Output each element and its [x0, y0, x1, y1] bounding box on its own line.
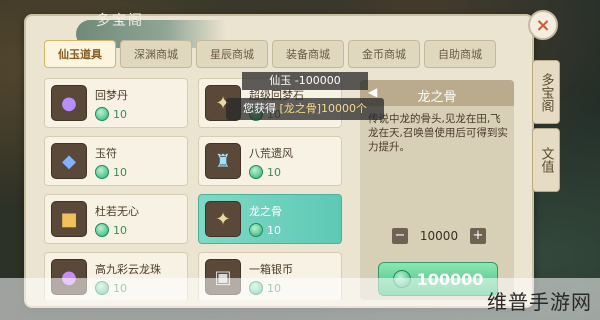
jar-icon: ♜ [205, 143, 241, 179]
toast-item: [龙之骨]10000个 [279, 102, 368, 115]
quantity-minus-button[interactable]: − [392, 228, 408, 244]
side-tab-wenzhi[interactable]: 文值 [532, 128, 560, 192]
jade-currency-icon [95, 107, 109, 121]
jade-currency-icon [95, 223, 109, 237]
item-price: 10 [113, 223, 127, 237]
close-button[interactable]: × [528, 10, 558, 40]
item-name: 杜若无心 [95, 205, 139, 218]
tab-equipment-shop[interactable]: 装备商城 [272, 40, 344, 68]
price-row: 10 [249, 165, 281, 179]
item-price: 10 [267, 223, 281, 237]
tab-abyss-shop[interactable]: 深渊商城 [120, 40, 192, 68]
item-price: 10 [267, 165, 281, 179]
blue-talisman-icon: ◆ [51, 143, 87, 179]
shop-item[interactable]: ♜ 八荒遗风 10 [198, 136, 342, 186]
jade-currency-icon [249, 165, 263, 179]
item-name: 高九彩云龙珠 [95, 263, 161, 276]
tab-self-service-shop[interactable]: 自助商城 [424, 40, 496, 68]
shop-item-selected[interactable]: ✦ 龙之骨 10 [198, 194, 342, 244]
item-price: 10 [113, 107, 127, 121]
dragon-bone-icon: ✦ [205, 201, 241, 237]
shop-tabs: 仙玉道具 深渊商城 星辰商城 装备商城 金币商城 自助商城 [44, 40, 496, 68]
purple-pill-icon: ● [51, 85, 87, 121]
shop-item[interactable]: ■ 杜若无心 10 [44, 194, 188, 244]
item-name: 回梦丹 [95, 89, 128, 102]
tab-star-shop[interactable]: 星辰商城 [196, 40, 268, 68]
shop-item[interactable]: ◆ 玉符 10 [44, 136, 188, 186]
side-tab-duobao[interactable]: 多宝阁 [532, 60, 560, 124]
item-name: 玉符 [95, 147, 117, 160]
side-tabs: 多宝阁 文值 [532, 60, 560, 196]
jade-currency-icon [249, 223, 263, 237]
price-row: 10 [95, 107, 127, 121]
quantity-value[interactable]: 10000 [414, 229, 464, 243]
toast-prefix: 您获得 [242, 102, 276, 115]
quantity-stepper: − 10000 + [392, 228, 486, 244]
panel-title: 多宝阁 [96, 13, 144, 29]
item-price: 10 [113, 165, 127, 179]
quantity-plus-button[interactable]: + [470, 228, 486, 244]
item-name: 一箱银币 [249, 263, 293, 276]
jade-currency-icon [95, 165, 109, 179]
purchase-toast: 仙玉 -100000 您获得 [龙之骨]10000个 [226, 72, 384, 124]
tab-gold-shop[interactable]: 金币商城 [348, 40, 420, 68]
tab-xianyu-items[interactable]: 仙玉道具 [44, 40, 116, 68]
price-row: 10 [95, 223, 127, 237]
shop-item[interactable]: ● 回梦丹 10 [44, 78, 188, 128]
price-row: 10 [95, 165, 127, 179]
treasure-chest-icon: ■ [51, 201, 87, 237]
item-name: 八荒遗风 [249, 147, 293, 160]
item-name: 龙之骨 [249, 205, 282, 218]
price-row: 10 [249, 223, 281, 237]
toast-item-received: 您获得 [龙之骨]10000个 [226, 98, 384, 120]
watermark-text: 维普手游网 [487, 290, 592, 314]
item-description: 传说中龙的骨头,见龙在田,飞龙在天,召唤兽使用后可得到实力提升。 [368, 113, 508, 153]
toast-currency-change: 仙玉 -100000 [242, 72, 368, 90]
